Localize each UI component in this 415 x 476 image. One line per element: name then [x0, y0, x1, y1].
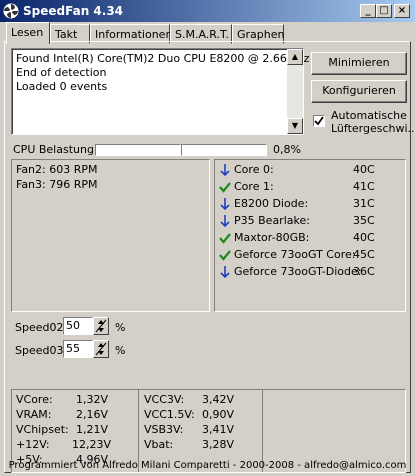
- voltage-value: 12,23V: [72, 438, 112, 451]
- voltage-label: VCC3V:: [144, 393, 185, 406]
- auto-fan-label-line1: Automatische: [331, 109, 407, 122]
- voltage-label: Vbat:: [144, 438, 174, 451]
- temp-value: 41C: [353, 180, 375, 193]
- voltage-value: 3,41V: [202, 423, 235, 436]
- temp-value: 36C: [353, 265, 375, 278]
- temp-value: 45C: [353, 248, 375, 261]
- title-bar: SpeedFan 4.34 _ □ ×: [0, 0, 415, 22]
- voltage-label: VRAM:: [16, 408, 52, 421]
- voltage-value: 3,28V: [202, 438, 235, 451]
- temp-name: Core 0:: [234, 163, 274, 176]
- log-scrollbar[interactable]: ▲ ▼: [287, 49, 303, 134]
- temps-panel: Core 0: 40C Core 1: 41C E8200 Diode: 31C…: [214, 159, 406, 312]
- voltage-value: 1,21V: [76, 423, 109, 436]
- event-log[interactable]: Found Intel(R) Core(TM)2 Duo CPU E8200 @…: [11, 48, 309, 135]
- fan-speed: Fan2: 603 RPM: [16, 163, 98, 176]
- speed03-spinner[interactable]: [93, 340, 109, 358]
- check-icon: [219, 182, 231, 193]
- temp-row: Geforce 73ooGT Core: 45C: [219, 247, 405, 264]
- temp-value: 35C: [353, 214, 375, 227]
- temp-value: 40C: [353, 231, 375, 244]
- arrow-down-icon: [220, 198, 230, 211]
- auto-fan-label-line2: Lüftergeschwi...: [331, 122, 415, 135]
- speed02-spinner[interactable]: [93, 317, 109, 335]
- maximize-window-button[interactable]: □: [376, 4, 392, 18]
- check-icon: [219, 250, 231, 261]
- tab-lesen[interactable]: Lesen: [6, 22, 50, 44]
- temp-row: P35 Bearlake: 35C: [219, 213, 405, 230]
- temp-row: Core 0: 40C: [219, 162, 405, 179]
- arrow-down-icon: [220, 215, 230, 228]
- speed02-unit: %: [115, 321, 126, 334]
- check-icon: [219, 233, 231, 244]
- fan-speed: Fan3: 796 RPM: [16, 178, 98, 191]
- scroll-up-icon[interactable]: ▲: [287, 49, 303, 65]
- footer-credits: Programmiert von Alfredo Milani Comparet…: [8, 460, 407, 471]
- speed03-input[interactable]: 55: [63, 340, 93, 358]
- spin-arrows-icon: [95, 342, 107, 356]
- temp-row: E8200 Diode: 31C: [219, 196, 405, 213]
- log-line: End of detection: [16, 66, 107, 79]
- temp-row: Core 1: 41C: [219, 179, 405, 196]
- arrow-down-icon: [220, 164, 230, 177]
- temp-name: Geforce 73ooGT-Diode:: [234, 265, 362, 278]
- close-window-button[interactable]: ×: [394, 4, 410, 18]
- speedfan-app-icon: [3, 3, 19, 19]
- temp-name: P35 Bearlake:: [234, 214, 310, 227]
- speed03-label: Speed03:: [15, 344, 68, 357]
- temp-row: Maxtor-80GB: 40C: [219, 230, 405, 247]
- voltage-value: 2,16V: [76, 408, 109, 421]
- cpu-core1-bar: [181, 144, 267, 156]
- log-line: Loaded 0 events: [16, 80, 108, 93]
- spin-arrows-icon: [95, 319, 107, 333]
- minimize-button[interactable]: Minimieren: [311, 52, 407, 75]
- voltage-label: VSB3V:: [144, 423, 184, 436]
- log-line: Found Intel(R) Core(TM)2 Duo CPU E8200 @…: [16, 52, 310, 65]
- voltage-label: +12V:: [16, 438, 50, 451]
- checkmark-icon: [314, 116, 324, 126]
- voltage-label: VCore:: [16, 393, 53, 406]
- window-title: SpeedFan 4.34: [23, 4, 124, 18]
- speed03-unit: %: [115, 344, 126, 357]
- voltage-value: 3,42V: [202, 393, 235, 406]
- temp-value: 31C: [353, 197, 375, 210]
- speed02-input[interactable]: 50: [63, 317, 93, 335]
- cpu-usage-label: CPU Belastung: [13, 143, 94, 156]
- scroll-down-icon[interactable]: ▼: [287, 118, 303, 134]
- speed02-label: Speed02:: [15, 321, 68, 334]
- configure-button[interactable]: Konfigurieren: [311, 80, 407, 103]
- main-frame: Lesen Takt Informationen S.M.A.R.T. Grap…: [2, 22, 415, 474]
- cpu-usage-value: 0,8%: [273, 143, 301, 156]
- minimize-window-button[interactable]: _: [360, 4, 376, 18]
- voltage-value: 0,90V: [202, 408, 235, 421]
- temp-name: E8200 Diode:: [234, 197, 309, 210]
- auto-fan-checkbox[interactable]: [313, 115, 325, 127]
- fans-panel: Fan2: 603 RPM Fan3: 796 RPM: [11, 159, 210, 312]
- arrow-down-icon: [220, 266, 230, 279]
- temp-name: Geforce 73ooGT Core:: [234, 248, 356, 261]
- voltage-label: VChipset:: [16, 423, 69, 436]
- temp-name: Core 1:: [234, 180, 274, 193]
- temp-row: Geforce 73ooGT-Diode: 36C: [219, 264, 405, 281]
- cpu-core0-bar: [95, 144, 181, 156]
- voltage-value: 1,32V: [76, 393, 109, 406]
- tab-panel-lesen: Found Intel(R) Core(TM)2 Duo CPU E8200 @…: [4, 41, 415, 473]
- temp-value: 40C: [353, 163, 375, 176]
- voltage-label: VCC1.5V:: [144, 408, 195, 421]
- temp-name: Maxtor-80GB:: [234, 231, 310, 244]
